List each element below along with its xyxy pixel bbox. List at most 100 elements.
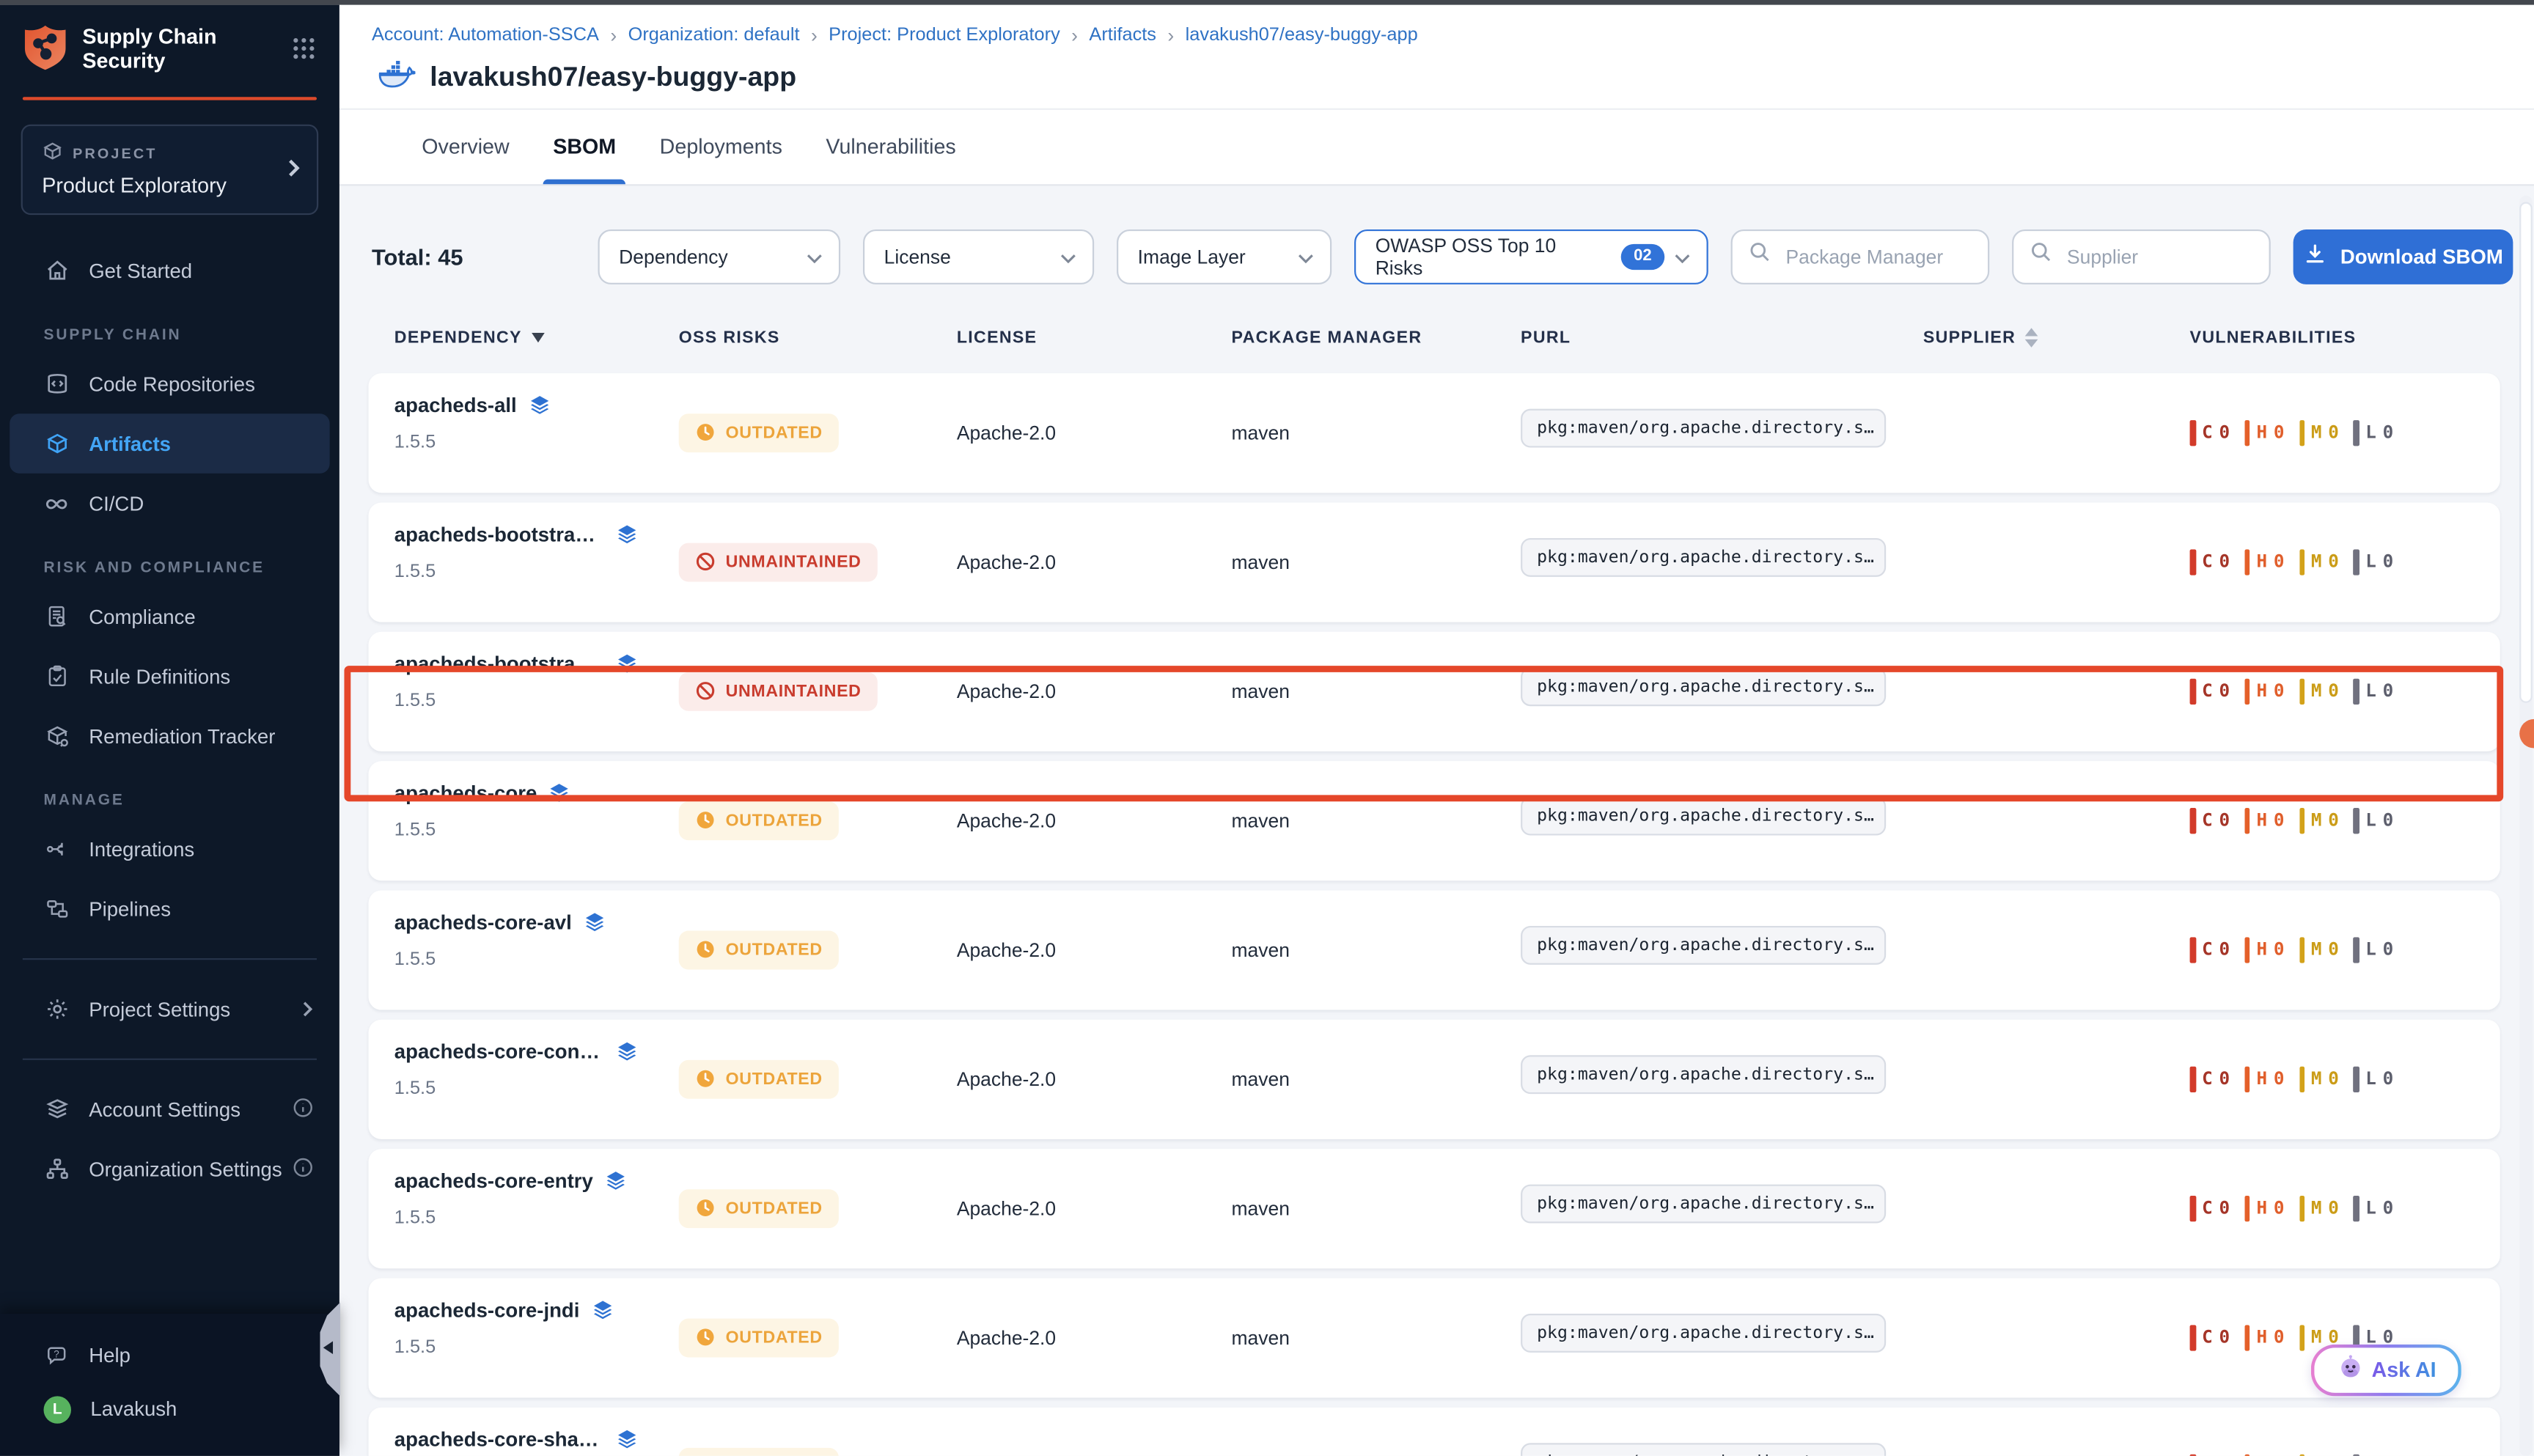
- clip-icon: [44, 663, 70, 689]
- table-row[interactable]: apacheds-core-jndi 1.5.5 OUTDATED Apache…: [369, 1277, 2500, 1397]
- breadcrumb-separator: ›: [1167, 23, 1174, 46]
- vulnerability-counts[interactable]: C0H0M0L0: [2190, 936, 2500, 962]
- sidebar-item-account-settings[interactable]: Account Settings: [0, 1079, 339, 1139]
- vulnerability-counts[interactable]: C0H0M0L0: [2190, 678, 2500, 704]
- severity-high: H0: [2244, 807, 2285, 833]
- breadcrumb-link[interactable]: Account: Automation-SSCA: [372, 25, 599, 44]
- tab-sbom[interactable]: SBOM: [553, 109, 616, 183]
- info-icon[interactable]: [293, 1157, 314, 1186]
- project-selector[interactable]: PROJECT Product Exploratory: [21, 125, 319, 215]
- help-button[interactable]: ? Help: [0, 1330, 339, 1382]
- table-row[interactable]: apacheds-all 1.5.5 OUTDATED Apache-2.0 m…: [369, 372, 2500, 492]
- severity-low: L0: [2354, 936, 2394, 962]
- supplier-search[interactable]: [2012, 229, 2271, 284]
- table-row[interactable]: apacheds-core-shared 1.5.5 OUTDATED Apac…: [369, 1407, 2500, 1456]
- sidebar-item-artifacts[interactable]: Artifacts: [10, 413, 329, 474]
- table-row[interactable]: apacheds-bootstrap-ex... 1.5.5 UNMAINTAI…: [369, 501, 2500, 621]
- license: Apache-2.0: [957, 1326, 1232, 1348]
- severity-crit: C0: [2190, 1454, 2230, 1456]
- module-grid-icon[interactable]: [291, 35, 317, 61]
- sidebar-item-compliance[interactable]: Compliance: [0, 587, 339, 647]
- severity-high: H0: [2244, 1324, 2285, 1350]
- severity-crit: C0: [2190, 548, 2230, 574]
- repo-icon: [44, 371, 70, 397]
- user-menu[interactable]: L Lavakush: [0, 1382, 339, 1437]
- vulnerability-counts[interactable]: C0H0M0L0: [2190, 807, 2500, 833]
- dependency-version: 1.5.5: [394, 1078, 679, 1097]
- clock-icon: [695, 1068, 716, 1089]
- license: Apache-2.0: [957, 809, 1232, 831]
- dependency-version: 1.5.5: [394, 433, 679, 452]
- oss-risk-badge: OUTDATED: [679, 801, 839, 839]
- tab-deployments[interactable]: Deployments: [660, 109, 782, 183]
- docker-icon: [378, 57, 416, 96]
- purl-chip[interactable]: pkg:maven/org.apache.directory.s…: [1521, 1443, 1886, 1456]
- column-header-supplier[interactable]: SUPPLIER: [1923, 327, 2190, 346]
- filter-count-badge: 02: [1620, 243, 1664, 269]
- purl-chip[interactable]: pkg:maven/org.apache.directory.s…: [1521, 1055, 1886, 1094]
- page-title: lavakush07/easy-buggy-app: [430, 61, 796, 93]
- purl-chip[interactable]: pkg:maven/org.apache.directory.s…: [1521, 926, 1886, 965]
- table-row[interactable]: apacheds-core 1.5.5 OUTDATED Apache-2.0 …: [369, 760, 2500, 880]
- sidebar-item-rule-definitions[interactable]: Rule Definitions: [0, 647, 339, 707]
- license: Apache-2.0: [957, 680, 1232, 702]
- infinity-icon: [44, 490, 70, 516]
- vulnerability-counts[interactable]: C0H0M0L0: [2190, 548, 2500, 574]
- filter-dropdown-dependency[interactable]: Dependency: [598, 229, 841, 284]
- severity-med: M0: [2299, 1195, 2339, 1221]
- oss-risk-label: UNMAINTAINED: [726, 681, 862, 700]
- vulnerability-counts[interactable]: C0H0M0L0: [2190, 419, 2500, 445]
- sidebar-item-project-settings[interactable]: Project Settings: [0, 979, 339, 1040]
- severity-low: L0: [2354, 678, 2394, 704]
- tab-vulnerabilities[interactable]: Vulnerabilities: [826, 109, 955, 183]
- dependency-version: 1.5.5: [394, 691, 679, 710]
- oss-risk-label: OUTDATED: [726, 1328, 823, 1347]
- table-row[interactable]: apacheds-core-consta... 1.5.5 OUTDATED A…: [369, 1019, 2500, 1139]
- sidebar-item-get-started[interactable]: Get Started: [0, 240, 339, 301]
- column-header-dependency[interactable]: DEPENDENCY: [394, 327, 679, 346]
- ask-ai-button[interactable]: Ask AI: [2311, 1344, 2461, 1396]
- purl-chip[interactable]: pkg:maven/org.apache.directory.s…: [1521, 1185, 1886, 1224]
- purl-chip[interactable]: pkg:maven/org.apache.directory.s…: [1521, 1314, 1886, 1353]
- download-sbom-button[interactable]: Download SBOM: [2294, 229, 2513, 284]
- oss-risk-label: UNMAINTAINED: [726, 552, 862, 571]
- package-manager: maven: [1232, 809, 1521, 831]
- filter-dropdown-license[interactable]: License: [863, 229, 1094, 284]
- purl-chip[interactable]: pkg:maven/org.apache.directory.s…: [1521, 797, 1886, 836]
- sidebar-item-organization-settings[interactable]: Organization Settings: [0, 1139, 339, 1199]
- chevron-down-icon: [1674, 245, 1690, 268]
- filter-dropdown-owasp-oss-top-10-risks[interactable]: OWASP OSS Top 10 Risks02: [1354, 229, 1708, 284]
- filter-dropdown-image-layer[interactable]: Image Layer: [1117, 229, 1332, 284]
- tab-overview[interactable]: Overview: [422, 109, 509, 183]
- purl-chip[interactable]: pkg:maven/org.apache.directory.s…: [1521, 667, 1886, 706]
- info-icon[interactable]: [293, 1097, 314, 1127]
- package-manager-search[interactable]: [1731, 229, 1990, 284]
- breadcrumb-link[interactable]: Organization: default: [628, 25, 800, 44]
- purl-chip[interactable]: pkg:maven/org.apache.directory.s…: [1521, 538, 1886, 577]
- breadcrumb-link[interactable]: lavakush07/easy-buggy-app: [1186, 25, 1418, 44]
- table-row[interactable]: apacheds-core-entry 1.5.5 OUTDATED Apach…: [369, 1148, 2500, 1268]
- table-row[interactable]: apacheds-bootstrap-pa... 1.5.5 UNMAINTAI…: [369, 631, 2500, 751]
- oss-risk-badge: UNMAINTAINED: [679, 672, 878, 710]
- sidebar-item-code-repositories[interactable]: Code Repositories: [0, 354, 339, 414]
- severity-high: H0: [2244, 1066, 2285, 1092]
- clock-icon: [695, 1327, 716, 1348]
- column-header-vulnerabilities: VULNERABILITIES: [2190, 327, 2500, 346]
- breadcrumb-link[interactable]: Artifacts: [1089, 25, 1156, 44]
- sidebar-item-integrations[interactable]: Integrations: [0, 819, 339, 879]
- severity-high: H0: [2244, 678, 2285, 704]
- sidebar-item-cicd[interactable]: CI/CD: [0, 474, 339, 534]
- scrollbar-thumb[interactable]: [2519, 201, 2532, 702]
- sidebar-item-remediation-tracker[interactable]: Remediation Tracker: [0, 706, 339, 766]
- severity-low: L0: [2354, 807, 2394, 833]
- vulnerability-counts[interactable]: C0H0M0L0: [2190, 1195, 2500, 1221]
- vulnerability-counts[interactable]: C0H0M0L0: [2190, 1454, 2500, 1456]
- search-icon: [2030, 240, 2052, 271]
- oss-risk-badge: UNMAINTAINED: [679, 542, 878, 581]
- table-row[interactable]: apacheds-core-avl 1.5.5 OUTDATED Apache-…: [369, 889, 2500, 1009]
- sidebar-item-pipelines[interactable]: Pipelines: [0, 879, 339, 939]
- breadcrumb-link[interactable]: Project: Product Exploratory: [829, 25, 1060, 44]
- vulnerability-counts[interactable]: C0H0M0L0: [2190, 1066, 2500, 1092]
- purl-chip[interactable]: pkg:maven/org.apache.directory.s…: [1521, 409, 1886, 448]
- package-manager: maven: [1232, 421, 1521, 444]
